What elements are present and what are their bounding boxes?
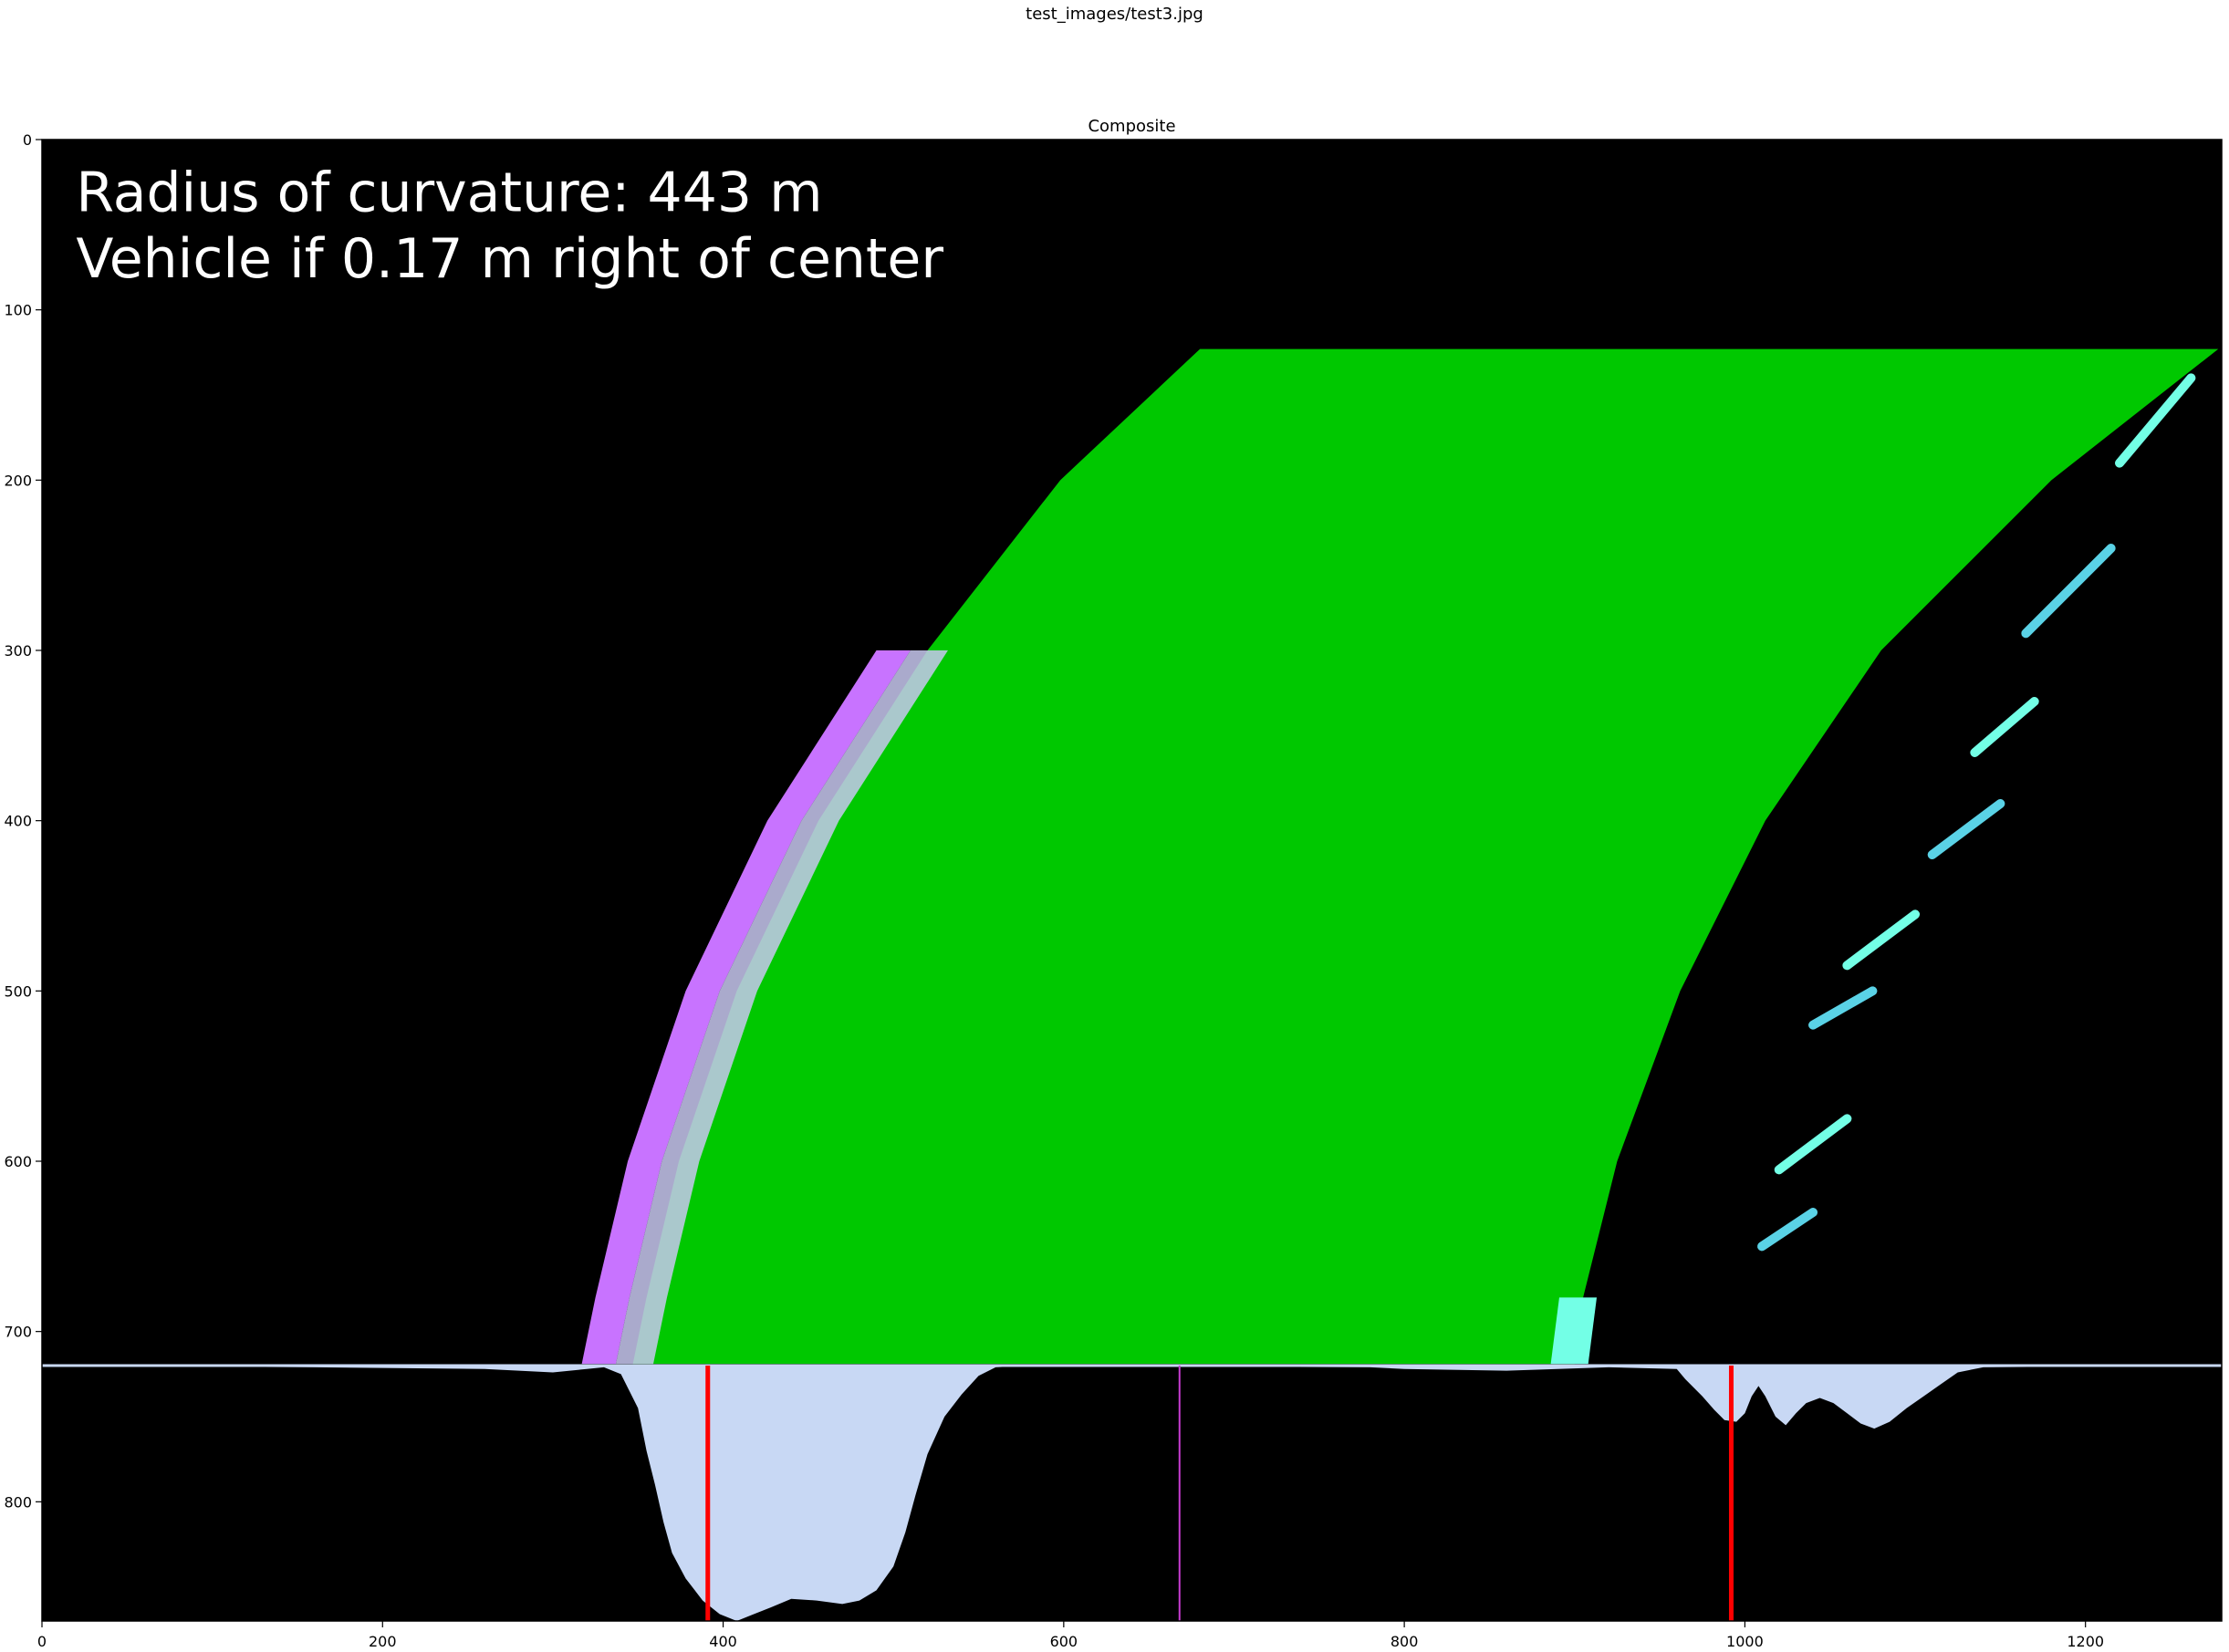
- y-tick-label: 100: [4, 302, 32, 319]
- offset-text: Vehicle if 0.17 m right of center: [76, 227, 943, 291]
- x-tick-label: 0: [37, 1633, 47, 1648]
- y-tick-label: 500: [4, 982, 32, 1000]
- composite-image-svg: Radius of curvature: 443 m Vehicle if 0.…: [4, 131, 2223, 1650]
- x-tick-label: 800: [1391, 1633, 1419, 1648]
- y-tick-label: 700: [4, 1324, 32, 1341]
- y-tick-label: 800: [4, 1493, 32, 1511]
- x-tick-label: 200: [369, 1633, 397, 1648]
- y-axis: 0 100 200 300 400 500 600 700 800: [4, 131, 42, 1511]
- x-tick-label: 1000: [1726, 1633, 1764, 1648]
- y-tick-label: 200: [4, 472, 32, 489]
- y-tick-label: 300: [4, 642, 32, 660]
- x-axis: 0 200 400 600 800 1000 1200: [37, 1621, 2104, 1650]
- x-tick-label: 400: [709, 1633, 737, 1648]
- y-tick-label: 0: [23, 131, 32, 149]
- image-layer: Radius of curvature: 443 m Vehicle if 0.…: [42, 140, 2222, 1621]
- x-tick-label: 1200: [2067, 1633, 2104, 1648]
- x-tick-label: 600: [1050, 1633, 1078, 1648]
- y-tick-label: 400: [4, 813, 32, 830]
- radius-text: Radius of curvature: 443 m: [76, 161, 822, 224]
- composite-plot: Radius of curvature: 443 m Vehicle if 0.…: [0, 0, 2229, 1650]
- y-tick-label: 600: [4, 1153, 32, 1170]
